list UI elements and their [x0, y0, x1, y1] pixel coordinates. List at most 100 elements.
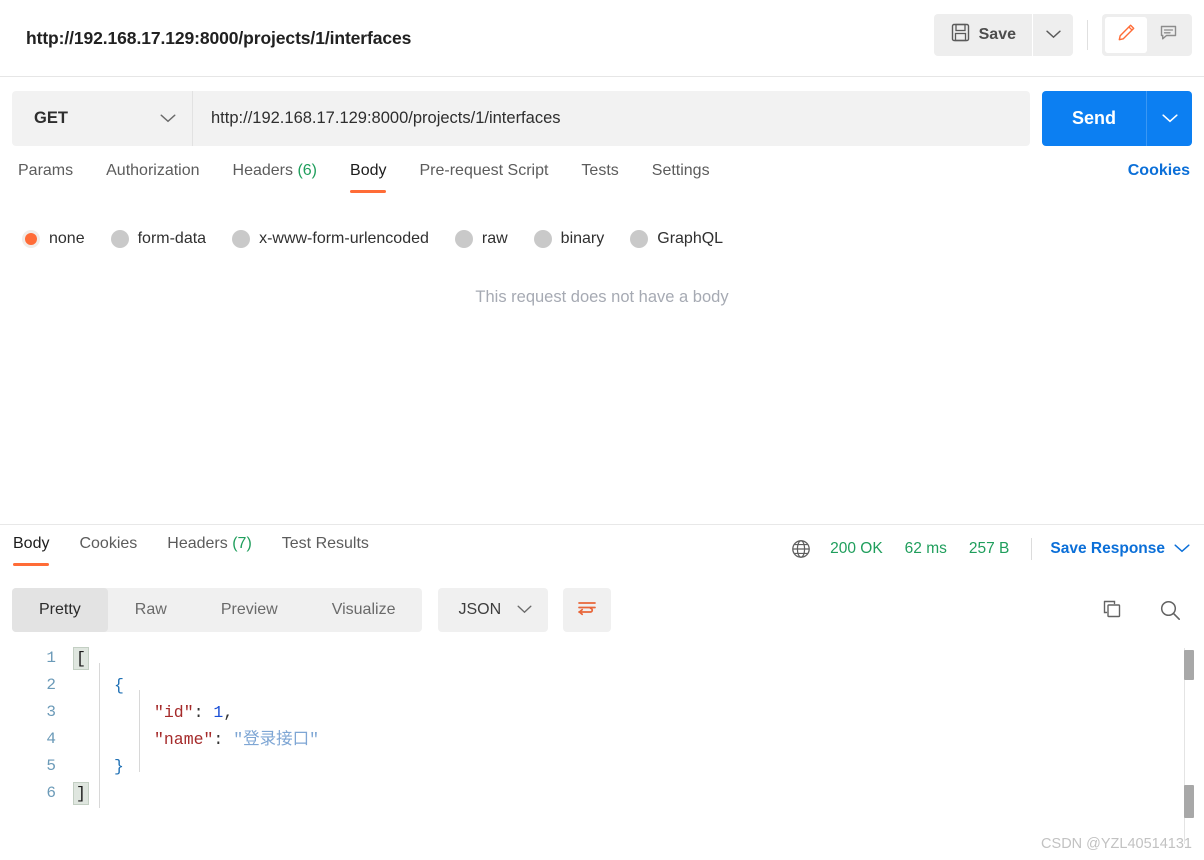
- code-text: ]: [73, 780, 89, 807]
- empty-body-message: This request does not have a body: [475, 288, 729, 306]
- body-type-form-data[interactable]: form-data: [110, 230, 207, 248]
- postman-request-window: http://192.168.17.129:8000/projects/1/in…: [0, 0, 1204, 860]
- send-options-button[interactable]: [1146, 91, 1192, 146]
- chevron-down-icon: [517, 601, 532, 619]
- top-bar-actions: Save: [933, 14, 1192, 56]
- comments-button[interactable]: [1147, 17, 1189, 53]
- send-button-group: Send: [1042, 91, 1192, 146]
- url-bar: GET http://192.168.17.129:8000/projects/…: [12, 91, 1192, 146]
- floppy-disk-icon: [951, 23, 970, 47]
- url-input[interactable]: http://192.168.17.129:8000/projects/1/in…: [192, 91, 1030, 146]
- radio-icon: [22, 230, 40, 248]
- response-tab-test-results[interactable]: Test Results: [282, 535, 369, 566]
- tab-count: (6): [297, 162, 318, 179]
- edit-request-button[interactable]: [1105, 17, 1147, 53]
- chevron-down-icon[interactable]: [1174, 540, 1190, 558]
- scrollbar-thumb[interactable]: [1184, 650, 1194, 680]
- send-button[interactable]: Send: [1042, 91, 1146, 146]
- code-line: 4 "name": "登录接口": [0, 726, 1204, 753]
- tab-headers[interactable]: Headers (6): [233, 162, 318, 193]
- code-line: 2{: [0, 672, 1204, 699]
- code-token: ]: [73, 782, 89, 805]
- response-divider: [0, 524, 1204, 525]
- tab-label: Authorization: [106, 162, 200, 179]
- response-tools: [1099, 588, 1184, 632]
- tab-count: (7): [232, 535, 252, 552]
- radio-icon: [110, 230, 129, 248]
- status-badge: 200 OK: [830, 540, 883, 557]
- radio-label: GraphQL: [657, 230, 724, 247]
- language-label: JSON: [458, 601, 502, 618]
- tab-label: Body: [350, 162, 387, 179]
- chevron-down-icon: [160, 110, 176, 128]
- tab-label: Body: [13, 535, 50, 552]
- code-token: {: [114, 676, 124, 695]
- code-line: 3 "id": 1,: [0, 699, 1204, 726]
- divider: [1031, 538, 1033, 560]
- line-number: 6: [46, 784, 56, 802]
- code-token: ,: [223, 703, 234, 722]
- radio-label: form-data: [137, 230, 207, 247]
- save-options-button[interactable]: [1033, 14, 1073, 56]
- code-line: 1[: [0, 645, 1204, 672]
- tab-label: Params: [18, 162, 74, 179]
- copy-icon[interactable]: [1099, 597, 1125, 623]
- response-tab-body[interactable]: Body: [13, 535, 50, 566]
- http-method-label: GET: [34, 109, 68, 127]
- tab-label: Test Results: [281, 535, 369, 552]
- response-tab-headers[interactable]: Headers (7): [167, 535, 252, 566]
- tab-body[interactable]: Body: [350, 162, 387, 193]
- view-raw[interactable]: Raw: [108, 588, 194, 632]
- body-type-graphql[interactable]: GraphQL: [630, 230, 723, 248]
- body-type-x-www-form-urlencoded[interactable]: x-www-form-urlencoded: [232, 230, 429, 248]
- view-pretty[interactable]: Pretty: [12, 588, 108, 632]
- view-visualize[interactable]: Visualize: [305, 588, 423, 632]
- indent-guide: [99, 663, 100, 808]
- response-body-viewer[interactable]: 1[2{3 "id": 1, 4 "name": "登录接口" 5} 6]: [0, 645, 1204, 835]
- tab-tests[interactable]: Tests: [581, 162, 618, 193]
- cookies-link[interactable]: Cookies: [1128, 162, 1190, 180]
- line-number: 3: [46, 703, 56, 721]
- radio-icon: [630, 230, 649, 248]
- search-icon[interactable]: [1157, 597, 1184, 624]
- body-type-radio-group: none form-data x-www-form-urlencoded raw…: [0, 222, 1204, 256]
- tab-settings[interactable]: Settings: [652, 162, 710, 193]
- http-method-select[interactable]: GET: [12, 91, 192, 146]
- save-button[interactable]: Save: [933, 14, 1032, 56]
- view-mode-toggle: [1102, 14, 1192, 56]
- code-token: [: [73, 647, 89, 670]
- radio-label: binary: [560, 230, 605, 247]
- code-token: 1: [213, 703, 224, 722]
- view-preview[interactable]: Preview: [194, 588, 305, 632]
- code-token: "登录接口": [233, 730, 320, 749]
- line-number: 1: [46, 649, 56, 667]
- comment-icon: [1158, 22, 1179, 48]
- radio-icon: [232, 230, 251, 248]
- tab-pre-request-script[interactable]: Pre-request Script: [419, 162, 548, 193]
- body-type-binary[interactable]: binary: [533, 230, 605, 248]
- language-select[interactable]: JSON: [438, 588, 549, 632]
- tab-authorization[interactable]: Authorization: [106, 162, 199, 193]
- tab-label: Pre-request Script: [419, 162, 549, 179]
- code-text: "id": 1,: [74, 699, 233, 726]
- code-token: "name": [154, 730, 214, 749]
- globe-icon[interactable]: [790, 538, 812, 560]
- radio-icon: [533, 230, 552, 248]
- code-token: "id": [154, 703, 194, 722]
- wrap-lines-button[interactable]: [563, 588, 612, 632]
- scrollbar-thumb[interactable]: [1184, 785, 1194, 818]
- tab-params[interactable]: Params: [18, 162, 73, 193]
- code-token: }: [114, 757, 124, 776]
- body-type-none[interactable]: none: [22, 230, 85, 248]
- response-tab-cookies[interactable]: Cookies: [79, 535, 137, 566]
- tab-label: Headers: [232, 162, 293, 179]
- line-number: 4: [46, 730, 56, 748]
- watermark: CSDN @YZL40514131: [1041, 836, 1192, 852]
- radio-icon: [454, 230, 473, 248]
- radio-label: none: [49, 230, 85, 247]
- code-line: 6]: [0, 780, 1204, 807]
- response-view-group: Pretty Raw Preview Visualize: [12, 588, 423, 632]
- save-response-button[interactable]: Save Response: [1050, 540, 1165, 558]
- body-type-raw[interactable]: raw: [454, 230, 508, 248]
- radio-label: raw: [481, 230, 508, 247]
